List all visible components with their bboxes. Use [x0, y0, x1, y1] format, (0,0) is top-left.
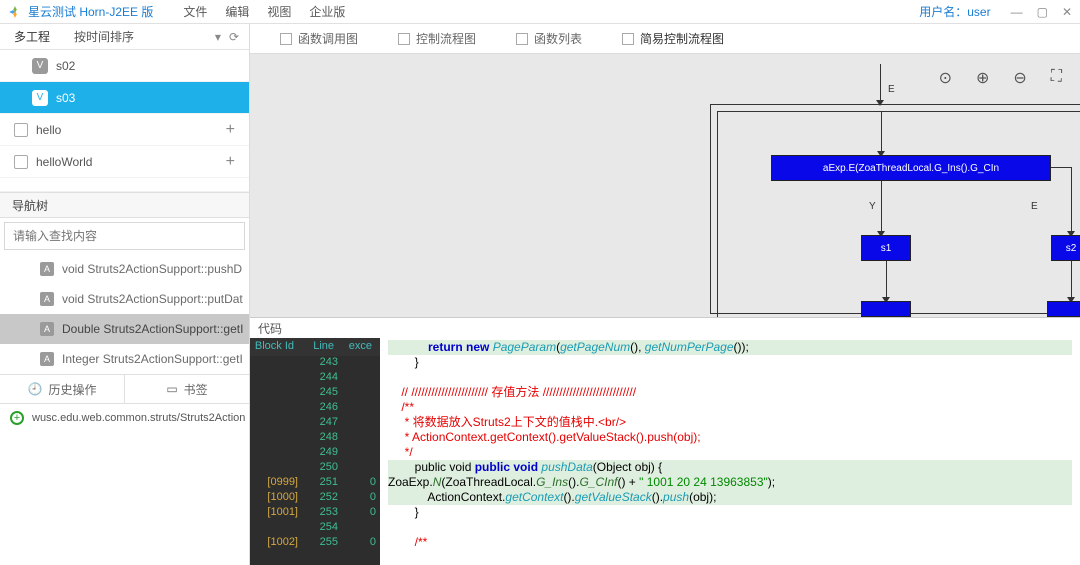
add-icon[interactable]: +	[226, 121, 235, 139]
project-helloworld[interactable]: helloWorld+	[0, 146, 249, 178]
minimize-icon[interactable]: —	[1011, 5, 1023, 19]
zoom-reset-icon[interactable]: ⊙	[939, 68, 952, 88]
content-area: 函数调用图 控制流程图 函数列表 简易控制流程图 ⊙ ⊕ ⊖ ⛶ E aExp.	[250, 24, 1080, 565]
func-badge-icon: A	[40, 262, 54, 276]
menu-file[interactable]: 文件	[183, 3, 207, 20]
flow-inner-frame	[717, 111, 1080, 317]
version-badge-icon: V	[32, 90, 48, 106]
search-input[interactable]	[13, 229, 236, 243]
clock-icon: 🕘	[28, 382, 43, 396]
code-editor[interactable]: return new PageParam(getPageNum(), getNu…	[380, 338, 1080, 565]
refresh-icon[interactable]: ⟳	[229, 30, 239, 44]
app-logo-icon	[8, 5, 22, 19]
close-icon[interactable]: ✕	[1062, 5, 1072, 19]
menu-edit[interactable]: 编辑	[225, 3, 249, 20]
flow-node[interactable]	[861, 301, 911, 317]
flow-node-main[interactable]: aExp.E(ZoaThreadLocal.G_Ins().G_CIn	[771, 155, 1051, 181]
func-badge-icon: A	[40, 292, 54, 306]
main-menu: 文件 编辑 视图 企业版	[183, 3, 345, 20]
tab-history[interactable]: 🕘历史操作	[0, 375, 125, 403]
user-info: 用户名：user	[919, 3, 990, 20]
nav-tree-header: 导航树	[0, 192, 249, 218]
edge-label: E	[1031, 201, 1038, 212]
func-item[interactable]: Avoid Struts2ActionSupport::putDat	[0, 284, 249, 314]
func-item[interactable]: AInteger Struts2ActionSupport::getI	[0, 344, 249, 374]
tab-icon	[398, 33, 410, 45]
titlebar: 星云测试 Horn-J2EE 版 文件 编辑 视图 企业版 用户名：user —…	[0, 0, 1080, 24]
menu-view[interactable]: 视图	[267, 3, 291, 20]
app-title: 星云测试 Horn-J2EE 版	[28, 3, 153, 20]
bookmark-icon: ▭	[166, 382, 177, 396]
code-gutter: Block Id Line exce 243244245246247248249…	[250, 338, 380, 565]
history-item[interactable]: wusc.edu.web.common.struts/Struts2Action	[0, 404, 249, 432]
content-tabs: 函数调用图 控制流程图 函数列表 简易控制流程图	[250, 24, 1080, 54]
project-partial[interactable]	[0, 178, 249, 192]
tab-icon	[280, 33, 292, 45]
tab-bookmark[interactable]: ▭书签	[125, 375, 249, 403]
flow-node[interactable]	[1047, 301, 1080, 317]
flow-outer-frame: aExp.E(ZoaThreadLocal.G_Ins().G_CIn Y E …	[710, 104, 1080, 314]
sidebar-tab-projects[interactable]: 多工程	[0, 28, 64, 45]
tab-icon	[516, 33, 528, 45]
func-item[interactable]: ADouble Struts2ActionSupport::getI	[0, 314, 249, 344]
tab-icon	[622, 33, 634, 45]
tab-function-list[interactable]: 函数列表	[516, 30, 582, 47]
flow-node-s1[interactable]: s1	[861, 235, 911, 261]
plus-circle-icon	[10, 411, 24, 425]
maximize-icon[interactable]: ▢	[1037, 5, 1048, 19]
search-box[interactable]	[4, 222, 245, 250]
code-section: 代码 Block Id Line exce 243244245246247248…	[250, 317, 1080, 565]
window-controls: — ▢ ✕	[1011, 5, 1072, 19]
func-item[interactable]: Avoid Struts2ActionSupport::pushD	[0, 254, 249, 284]
sidebar: 多工程 按时间排序 ▾⟳ Vs02 Vs03 hello+ helloWorld…	[0, 24, 250, 565]
menu-enterprise[interactable]: 企业版	[309, 3, 345, 20]
edge-label: E	[888, 84, 895, 95]
zoom-out-icon[interactable]: ⊖	[1013, 68, 1026, 88]
chevron-down-icon[interactable]: ▾	[215, 30, 221, 44]
tree-item-s03[interactable]: Vs03	[0, 82, 249, 114]
add-icon[interactable]: +	[226, 153, 235, 171]
project-hello[interactable]: hello+	[0, 114, 249, 146]
code-header: 代码	[250, 318, 1080, 338]
project-icon	[14, 123, 28, 137]
tab-simple-flow[interactable]: 简易控制流程图	[622, 30, 724, 47]
project-icon	[14, 155, 28, 169]
tree-item-s02[interactable]: Vs02	[0, 50, 249, 82]
tab-call-graph[interactable]: 函数调用图	[280, 30, 358, 47]
sort-dropdown[interactable]: 按时间排序 ▾⟳	[64, 28, 249, 45]
diagram-canvas[interactable]: ⊙ ⊕ ⊖ ⛶ E aExp.E(ZoaThreadLocal.G_Ins().…	[250, 54, 1080, 317]
version-badge-icon: V	[32, 58, 48, 74]
fullscreen-icon[interactable]: ⛶	[1051, 68, 1062, 88]
zoom-in-icon[interactable]: ⊕	[976, 68, 989, 88]
tab-control-flow[interactable]: 控制流程图	[398, 30, 476, 47]
func-badge-icon: A	[40, 322, 54, 336]
flow-node-s2[interactable]: s2	[1051, 235, 1080, 261]
func-badge-icon: A	[40, 352, 54, 366]
edge-label: Y	[869, 201, 876, 212]
